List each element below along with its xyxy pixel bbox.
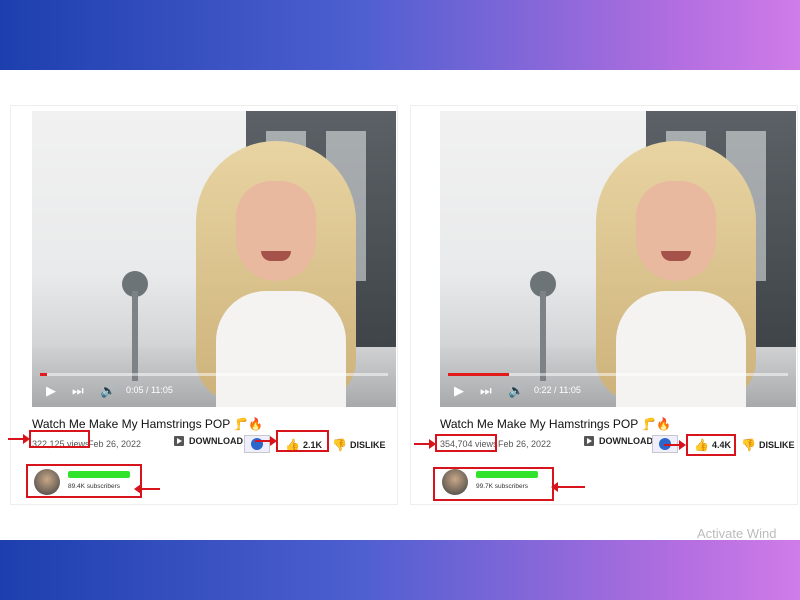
progress-bar[interactable] [448,373,788,376]
arrow-channel-left [134,484,160,494]
video-person [576,141,776,407]
dislike-button[interactable]: 👎 DISLIKE [332,438,385,452]
video-title: Watch Me Make My Hamstrings POP 🦵🔥 [32,417,264,431]
download-label: DOWNLOAD [189,436,243,446]
arrow-channel-right [551,482,585,492]
highlight-views-right [435,434,497,452]
arrow-views-right [414,439,436,449]
extension-icon[interactable] [244,435,270,453]
video-player[interactable]: ▶ ⏭ 🔊 0:22 / 11:05 [440,111,796,407]
play-icon[interactable]: ▶ [46,383,56,399]
arrow-likes-right [664,440,686,450]
download-button[interactable]: DOWNLOAD [584,436,653,446]
next-icon[interactable]: ⏭ [72,383,84,399]
highlight-likes-right [686,434,736,456]
gym-equipment [530,271,556,381]
top-gradient-band [0,0,800,70]
upload-date: Feb 26, 2022 [498,439,552,449]
download-button[interactable]: DOWNLOAD [174,436,243,446]
thumbs-down-icon: 👎 [741,438,756,452]
bottom-gradient-band [0,540,800,600]
download-label: DOWNLOAD [599,436,653,446]
arrow-views-left [8,434,30,444]
volume-icon[interactable]: 🔊 [508,383,524,399]
video-player[interactable]: ▶ ⏭ 🔊 0:05 / 11:05 [32,111,396,407]
player-controls: ▶ ⏭ 🔊 0:22 / 11:05 [440,373,796,407]
video-title: Watch Me Make My Hamstrings POP 🦵🔥 [440,417,672,431]
time-display: 0:22 / 11:05 [534,385,581,395]
volume-icon[interactable]: 🔊 [100,383,116,399]
download-icon [174,436,184,446]
dislike-label: DISLIKE [349,440,386,450]
highlight-channel-left [26,464,142,498]
activate-windows-watermark: Activate Wind [697,526,777,541]
highlight-views-left [29,430,90,448]
upload-date: Feb 26, 2022 [88,439,142,449]
video-person [176,141,376,407]
play-icon[interactable]: ▶ [454,383,464,399]
next-icon[interactable]: ⏭ [480,383,492,399]
time-display: 0:05 / 11:05 [126,385,173,395]
dislike-button[interactable]: 👎 DISLIKE [741,438,794,452]
highlight-likes-left [276,430,329,452]
player-controls: ▶ ⏭ 🔊 0:05 / 11:05 [32,373,396,407]
dislike-label: DISLIKE [758,440,795,450]
progress-bar[interactable] [40,373,388,376]
gym-equipment [122,271,148,381]
thumbs-down-icon: 👎 [332,438,347,452]
download-icon [584,436,594,446]
arrow-likes-left [255,436,277,446]
highlight-channel-right [433,467,554,501]
